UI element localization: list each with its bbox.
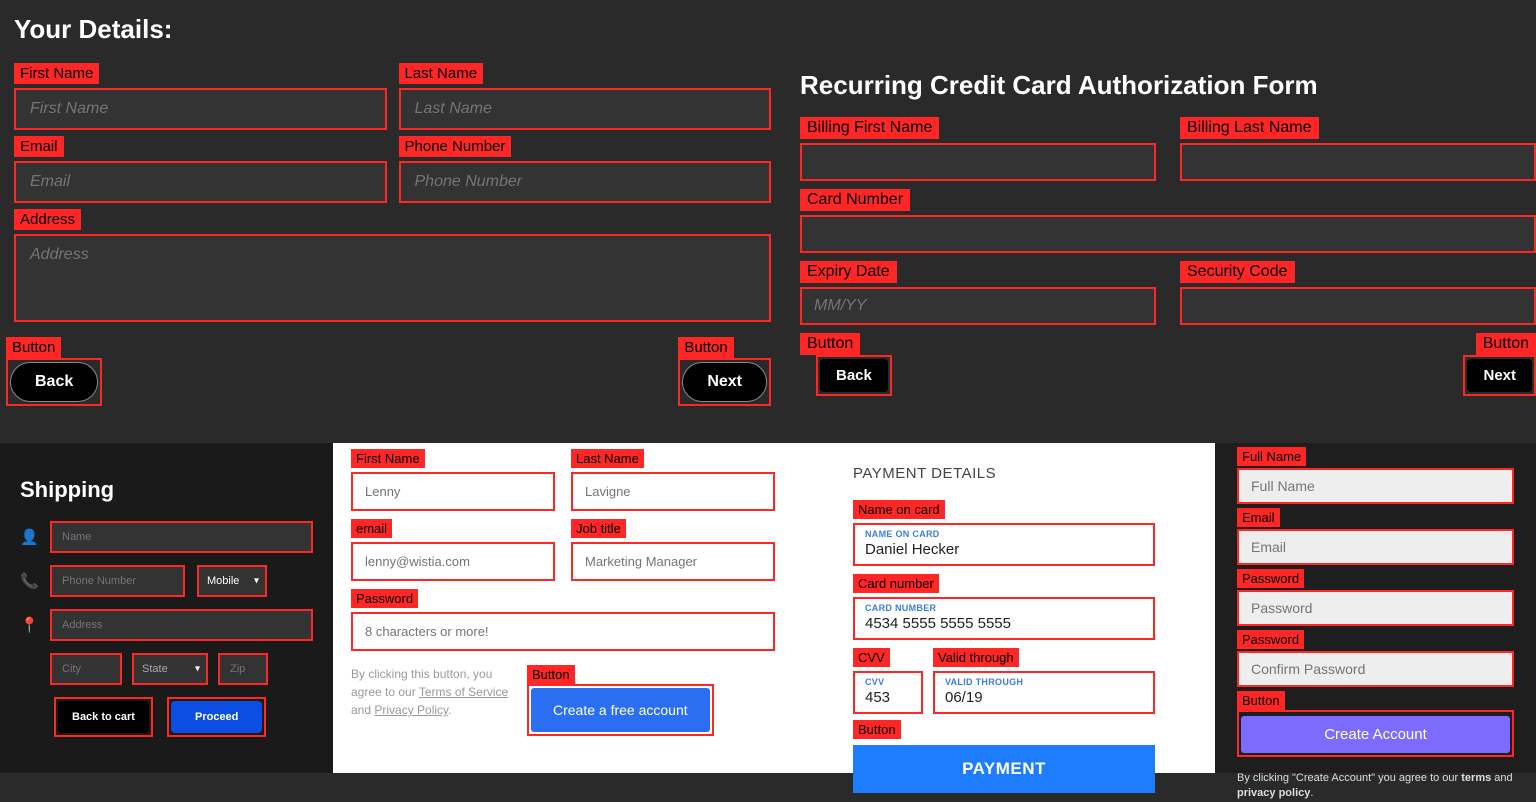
user-icon: 👤 bbox=[20, 528, 38, 546]
card-back-tag: Button bbox=[800, 333, 860, 355]
card-title: Recurring Credit Card Authorization Form bbox=[800, 70, 1536, 101]
acct-job-label: Job title bbox=[571, 519, 626, 538]
billing-first-label: Billing First Name bbox=[800, 117, 939, 139]
state-select[interactable]: State bbox=[132, 653, 208, 685]
reg-pw-input[interactable] bbox=[1237, 590, 1514, 626]
ship-phone-input[interactable] bbox=[50, 565, 185, 597]
reg-terms-text: By clicking "Create Account" you agree t… bbox=[1237, 771, 1514, 802]
reg-email-label: Email bbox=[1237, 508, 1280, 527]
shipping-title: Shipping bbox=[20, 477, 313, 503]
name-on-card-field[interactable]: NAME ON CARD Daniel Hecker bbox=[853, 523, 1155, 566]
card-number-input[interactable] bbox=[800, 215, 1536, 253]
next-btn-tag: Button bbox=[678, 337, 733, 358]
card-back-button[interactable]: Back bbox=[820, 359, 888, 392]
address-label: Address bbox=[14, 209, 81, 230]
security-code-label: Security Code bbox=[1180, 261, 1295, 283]
reg-pw-label: Password bbox=[1237, 569, 1304, 588]
pay-card-number-field[interactable]: CARD NUMBER 4534 5555 5555 5555 bbox=[853, 597, 1155, 640]
acct-first-label: First Name bbox=[351, 449, 425, 468]
payment-panel: PAYMENT DETAILS Name on card NAME ON CAR… bbox=[793, 443, 1215, 773]
acct-terms-text: By clicking this button, you agree to ou… bbox=[351, 665, 511, 719]
acct-last-input[interactable] bbox=[571, 472, 775, 511]
billing-last-input[interactable] bbox=[1180, 143, 1536, 181]
acct-password-input[interactable] bbox=[351, 612, 775, 651]
card-auth-panel: Recurring Credit Card Authorization Form… bbox=[800, 0, 1536, 415]
reg-cpw-label: Password bbox=[1237, 630, 1304, 649]
phone-icon: 📞 bbox=[20, 572, 38, 590]
signup-panel: First Name Last Name email Job title Pas… bbox=[333, 443, 793, 773]
reg-email-input[interactable] bbox=[1237, 529, 1514, 565]
expiry-input[interactable] bbox=[800, 287, 1156, 325]
phone-label: Phone Number bbox=[399, 136, 512, 157]
your-details-panel: Your Details: First Name Last Name Email… bbox=[0, 0, 785, 415]
shipping-panel: Shipping 👤 📞 Mobile 📍 State Back to cart… bbox=[0, 443, 333, 773]
terms-link[interactable]: terms bbox=[1461, 772, 1491, 784]
card-number-label: Card Number bbox=[800, 189, 910, 211]
ship-address-input[interactable] bbox=[50, 609, 313, 641]
privacy-policy-link[interactable]: privacy policy bbox=[1237, 787, 1310, 799]
billing-last-label: Billing Last Name bbox=[1180, 117, 1319, 139]
cvv-tag: CVV bbox=[853, 648, 890, 667]
back-button[interactable]: Back bbox=[10, 362, 98, 402]
reg-cpw-input[interactable] bbox=[1237, 651, 1514, 687]
card-next-tag: Button bbox=[1476, 333, 1536, 355]
acct-job-input[interactable] bbox=[571, 542, 775, 581]
create-account-button[interactable]: Create Account bbox=[1241, 716, 1510, 753]
register-panel: Full Name Email Password Password Button… bbox=[1215, 443, 1536, 773]
card-next-button[interactable]: Next bbox=[1467, 359, 1532, 392]
last-name-label: Last Name bbox=[399, 63, 484, 84]
back-to-cart-button[interactable]: Back to cart bbox=[58, 701, 149, 733]
valid-through-field[interactable]: VALID THROUGH 06/19 bbox=[933, 671, 1155, 714]
security-code-input[interactable] bbox=[1180, 287, 1536, 325]
payment-title: PAYMENT DETAILS bbox=[853, 465, 1155, 482]
details-title: Your Details: bbox=[14, 14, 771, 45]
acct-first-input[interactable] bbox=[351, 472, 555, 511]
acct-email-input[interactable] bbox=[351, 542, 555, 581]
privacy-link[interactable]: Privacy Policy bbox=[374, 703, 448, 717]
name-on-card-tag: Name on card bbox=[853, 500, 945, 519]
back-btn-tag: Button bbox=[6, 337, 61, 358]
ship-name-input[interactable] bbox=[50, 521, 313, 553]
billing-first-input[interactable] bbox=[800, 143, 1156, 181]
first-name-input[interactable] bbox=[14, 88, 387, 130]
acct-password-label: Password bbox=[351, 589, 418, 608]
expiry-label: Expiry Date bbox=[800, 261, 897, 283]
city-input[interactable] bbox=[50, 653, 122, 685]
mobile-select[interactable]: Mobile bbox=[197, 565, 267, 597]
reg-name-input[interactable] bbox=[1237, 468, 1514, 504]
zip-input[interactable] bbox=[218, 653, 268, 685]
acct-email-label: email bbox=[351, 519, 392, 538]
address-input[interactable] bbox=[14, 234, 771, 322]
email-label: Email bbox=[14, 136, 64, 157]
card-number-tag: Card number bbox=[853, 574, 939, 593]
payment-button[interactable]: PAYMENT bbox=[853, 745, 1155, 793]
location-icon: 📍 bbox=[20, 616, 38, 634]
acct-btn-tag: Button bbox=[527, 665, 575, 684]
acct-last-label: Last Name bbox=[571, 449, 644, 468]
next-button[interactable]: Next bbox=[682, 362, 767, 402]
phone-input[interactable] bbox=[399, 161, 772, 203]
cvv-field[interactable]: CVV 453 bbox=[853, 671, 923, 714]
tos-link[interactable]: Terms of Service bbox=[419, 685, 508, 699]
last-name-input[interactable] bbox=[399, 88, 772, 130]
first-name-label: First Name bbox=[14, 63, 99, 84]
proceed-button[interactable]: Proceed bbox=[171, 701, 262, 733]
create-free-account-button[interactable]: Create a free account bbox=[531, 688, 710, 732]
pay-btn-tag: Button bbox=[853, 720, 901, 739]
reg-name-label: Full Name bbox=[1237, 447, 1306, 466]
valid-through-tag: Valid through bbox=[933, 648, 1019, 667]
reg-btn-tag: Button bbox=[1237, 691, 1285, 710]
email-input[interactable] bbox=[14, 161, 387, 203]
